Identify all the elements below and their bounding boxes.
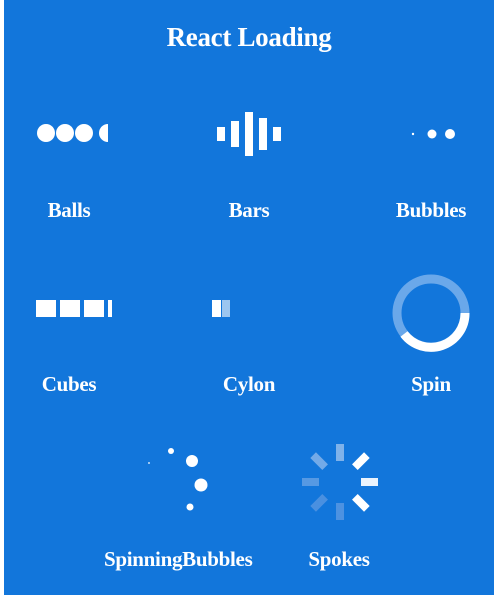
loader-label-bars: Bars	[228, 198, 270, 222]
loading-gallery-panel: React Loading Balls Bars Bubbles Cubes C…	[4, 0, 494, 595]
bubbles-icon	[404, 124, 464, 144]
loader-label-cylon: Cylon	[222, 372, 276, 396]
loader-label-spokes: Spokes	[308, 547, 370, 571]
spin-icon	[390, 272, 472, 354]
balls-icon	[36, 120, 116, 146]
loader-label-spin: Spin	[411, 372, 451, 396]
cylon-icon	[210, 298, 240, 320]
spokes-icon	[300, 440, 380, 524]
loader-label-balls: Balls	[47, 198, 91, 222]
cubes-icon	[36, 298, 114, 320]
loader-label-cubes: Cubes	[41, 372, 97, 396]
loader-label-spinning-bubbles: SpinningBubbles	[104, 547, 253, 571]
loader-label-bubbles: Bubbles	[395, 198, 467, 222]
spinning-bubbles-icon	[144, 443, 220, 519]
bars-icon	[215, 110, 285, 158]
page-title: React Loading	[166, 22, 332, 52]
